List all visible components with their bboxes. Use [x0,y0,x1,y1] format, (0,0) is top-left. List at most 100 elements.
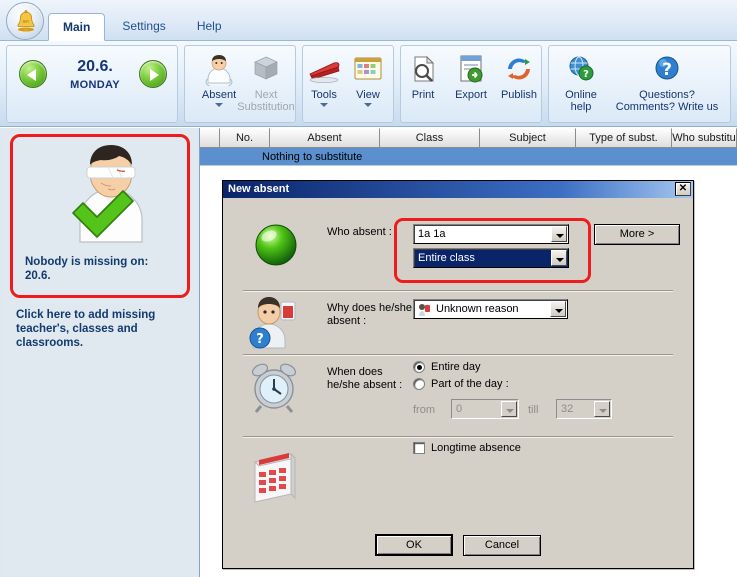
tab-settings[interactable]: Settings [108,13,179,41]
svg-text:?: ? [256,332,264,347]
chevron-down-icon[interactable] [364,103,372,107]
date-navigation-group: 20.6. MONDAY [6,45,178,123]
grid-header-class[interactable]: Class [380,128,480,148]
svg-text:asc: asc [22,18,30,23]
chevron-down-icon[interactable] [551,226,567,242]
entire-day-radio[interactable] [413,361,425,373]
who-absent-primary-value: 1a 1a [418,228,446,240]
chevron-down-icon[interactable] [215,103,223,107]
print-group: Print Export [400,45,542,123]
left-sidebar: Nobody is missing on: 20.6. Click here t… [0,128,200,577]
chevron-down-icon[interactable] [320,103,328,107]
add-missing-hint-line1: Click here to add missing [16,308,192,322]
view-button[interactable]: View [343,52,393,107]
absent-group: Absent Next Substitution [184,45,296,123]
status-highlight-box[interactable]: Nobody is missing on: 20.6. [10,134,190,298]
chevron-down-icon[interactable] [594,401,610,417]
longtime-absence-label[interactable]: Longtime absence [431,442,521,455]
dialog-body: Who absent : 1a 1a Entire class More > [223,198,693,568]
cube-icon [237,52,295,86]
grid-header-absent[interactable]: Absent [270,128,380,148]
who-absent-primary-combo[interactable]: 1a 1a [413,224,569,244]
part-of-day-label[interactable]: Part of the day : [431,378,509,391]
why-absent-reason-value: Unknown reason [436,303,519,315]
current-weekday: MONDAY [57,79,133,91]
questions-comments-button[interactable]: ? Questions? Comments? Write us [607,52,727,113]
more-button[interactable]: More > [594,224,680,245]
grid-header-blank[interactable] [200,128,220,148]
print-label: Print [397,89,449,101]
dialog-title-bar[interactable]: New absent ✕ [223,181,693,198]
till-label: till [528,404,538,417]
longtime-absence-checkbox[interactable] [413,442,425,454]
export-icon [445,52,497,86]
reason-icon [417,303,431,317]
who-absent-scope-combo[interactable]: Entire class [413,248,569,268]
from-period-value: 0 [456,403,462,415]
publish-button[interactable]: Publish [491,52,547,101]
missing-status-text: Nobody is missing on: 20.6. [25,255,185,283]
svg-text:?: ? [583,69,589,80]
why-absent-label: Why does he/she absent : [327,302,412,328]
dialog-title-text: New absent [228,183,289,195]
till-period-combo[interactable]: 32 [556,399,612,419]
arrow-right-icon [150,69,159,81]
add-missing-hint-line3: classrooms. [16,336,192,350]
divider-2 [243,354,673,356]
chevron-down-icon[interactable] [551,250,567,266]
current-date: 20.6. [57,58,133,76]
stapler-icon [299,52,349,86]
online-help-button[interactable]: ? Online help [553,52,609,113]
when-absent-label-line2: he/she absent : [327,379,402,392]
tab-main[interactable]: Main [48,13,105,41]
main-tabs: Main Settings Help [48,13,236,41]
sick-person-question-icon: ? [247,296,301,350]
tools-label: Tools [299,89,349,101]
next-substitution-label-line1: Next [237,89,295,101]
from-label: from [413,404,435,417]
arrow-left-icon [27,69,36,81]
who-absent-scope-value: Entire class [418,252,475,264]
divider-1 [243,290,673,292]
next-substitution-button: Next Substitution [237,52,295,113]
globe-help-icon: ? [553,52,609,86]
next-day-button[interactable] [139,60,167,88]
previous-day-button[interactable] [19,60,47,88]
grid-header-no[interactable]: No. [220,128,270,148]
add-missing-hint[interactable]: Click here to add missing teacher's, cla… [16,308,192,350]
online-help-label-line1: Online [553,89,609,101]
part-of-day-radio[interactable] [413,378,425,390]
missing-status-line1: Nobody is missing on: [25,255,185,269]
grid-selected-row[interactable]: Nothing to substitute [200,148,737,166]
add-missing-hint-line2: teacher's, classes and [16,322,192,336]
bell-icon: asc [16,10,36,32]
questions-label-line2: Comments? Write us [607,101,727,113]
grid-header-row: No. Absent Class Subject Type of subst. … [200,128,737,148]
grid-header-who-substitutes[interactable]: Who substitu [672,128,737,148]
till-period-value: 32 [561,403,573,415]
entire-day-label[interactable]: Entire day [431,361,481,374]
why-absent-reason-combo[interactable]: Unknown reason [413,299,568,319]
who-absent-label: Who absent : [327,226,392,239]
svg-text:?: ? [662,60,672,80]
green-sphere-icon [249,216,303,270]
grid-header-subject[interactable]: Subject [480,128,576,148]
grid-view-icon [343,52,393,86]
chevron-down-icon[interactable] [550,301,566,317]
ribbon-tab-bar: asc Main Settings Help [0,0,737,41]
cancel-button[interactable]: Cancel [463,535,541,556]
from-period-combo[interactable]: 0 [451,399,519,419]
alarm-clock-icon [247,360,301,414]
chevron-down-icon[interactable] [501,401,517,417]
export-button[interactable]: Export [445,52,497,101]
print-button[interactable]: Print [397,52,449,101]
view-label: View [343,89,393,101]
ok-button[interactable]: OK [375,534,453,556]
questions-label-line1: Questions? [607,89,727,101]
publish-refresh-icon [491,52,547,86]
tools-button[interactable]: Tools [299,52,349,107]
app-logo-button[interactable]: asc [6,2,44,40]
grid-header-type-of-subst[interactable]: Type of subst. [576,128,672,148]
tab-help[interactable]: Help [183,13,236,41]
close-icon[interactable]: ✕ [675,182,691,196]
